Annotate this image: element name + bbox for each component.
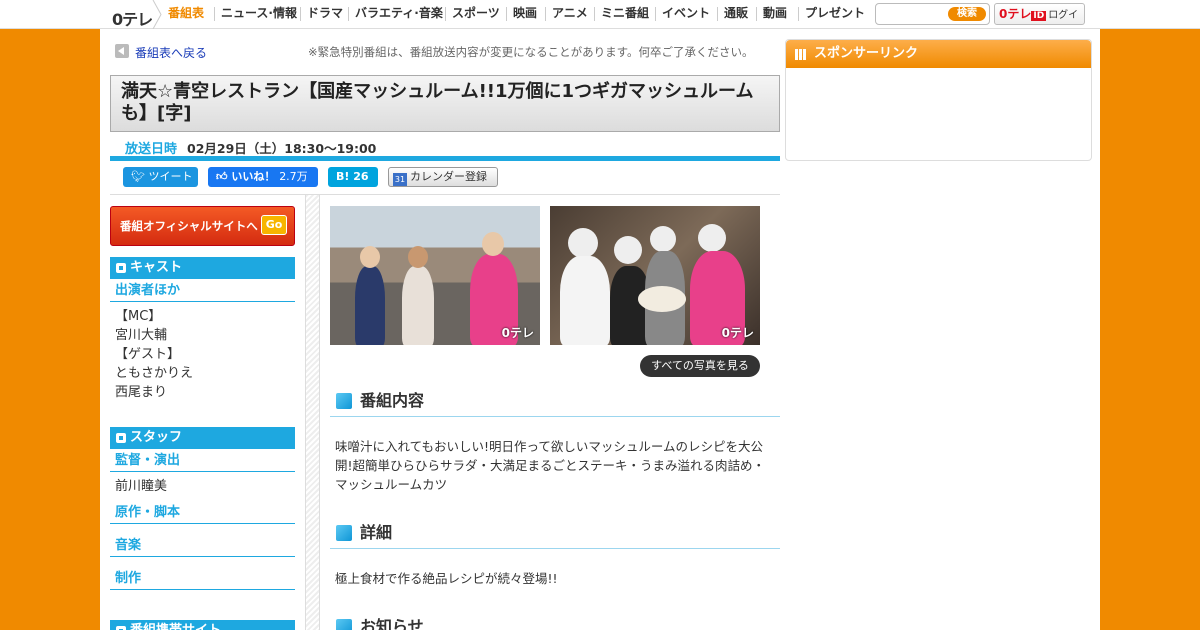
like-label: いいね！ — [231, 170, 276, 183]
column-divider — [305, 195, 320, 630]
hairnet-head — [650, 226, 676, 252]
detail-section-header: 詳細 — [330, 519, 780, 549]
summary-text: 味噌汁に入れてもおいしい!明日作って欲しいマッシュルームのレシピを大公開!超簡単… — [335, 439, 766, 492]
watermark-logo: 0テレ — [721, 326, 754, 340]
person-head — [482, 232, 504, 256]
summary-section-header: 番組内容 — [330, 387, 780, 417]
cast-line: 【ゲスト】 — [115, 347, 181, 362]
nav-item-drama[interactable]: ドラマ — [300, 7, 343, 21]
nav-item-shopping[interactable]: 通販 — [717, 7, 748, 21]
nav-item-mini[interactable]: ミニ番組 — [594, 7, 649, 21]
director-subheader: 監督・演出 — [110, 451, 295, 472]
like-count: 2.7万 — [279, 170, 308, 183]
nav-item-events[interactable]: イベント — [655, 7, 710, 21]
person-figure — [355, 266, 385, 345]
cast-section-header: キャスト — [110, 257, 295, 279]
official-site-label: 番組オフィシャルサイトへ — [120, 219, 258, 233]
grid-icon — [795, 49, 806, 60]
director-name: 前川瞳美 — [115, 479, 168, 494]
tweet-button[interactable]: 🐦︎ ツイート — [123, 167, 198, 187]
social-share-row: 🐦︎ ツイート 👍︎ いいね！ 2.7万 B! 26 31 カレンダー登録 — [110, 161, 780, 195]
airdate-value: 02月29日（土）18:30～19:00 — [187, 141, 377, 156]
nav-item-presents[interactable]: プレゼント — [798, 7, 865, 21]
tweet-label: ツイート — [148, 170, 193, 183]
hatena-icon: B! — [336, 170, 350, 183]
nav-item-video[interactable]: 動画 — [756, 7, 787, 21]
back-arrow-icon[interactable] — [115, 44, 129, 58]
program-photo[interactable]: 0テレ — [330, 206, 540, 345]
airdate-label: 放送日時 — [125, 142, 178, 157]
cast-line: 西尾まり — [115, 385, 168, 400]
cast-line: 【MC】 — [115, 309, 162, 324]
program-photo[interactable]: 0テレ — [550, 206, 760, 345]
facebook-like-button[interactable]: 👍︎ いいね！ 2.7万 — [208, 167, 318, 187]
person-head — [408, 246, 428, 268]
staff-section-header: スタッフ — [110, 427, 295, 449]
twitter-bird-icon: 🐦︎ — [131, 170, 145, 183]
main-content: 番組表へ戻る ※緊急特別番組は、番組放送内容が変更になることがあります。何卒ご了… — [100, 29, 1100, 630]
add-to-calendar-button[interactable]: 31 カレンダー登録 — [388, 167, 498, 187]
production-subheader: 制作 — [110, 569, 295, 590]
nav-item-variety[interactable]: バラエティ·音楽 — [348, 7, 443, 21]
hatena-bookmark-button[interactable]: B! 26 — [328, 167, 378, 187]
person-head — [360, 246, 380, 268]
music-subheader: 音楽 — [110, 536, 295, 557]
calendar-icon: 31 — [393, 173, 407, 186]
login-button[interactable]: 0テレIDログイン — [994, 3, 1085, 41]
writer-subheader: 原作・脚本 — [110, 503, 295, 524]
login-logo: 0テレ — [999, 7, 1032, 21]
hatena-count: 26 — [353, 170, 369, 183]
giant-mushroom — [638, 286, 686, 312]
nav-item-news[interactable]: ニュース·情報 — [214, 7, 297, 21]
login-id-badge: ID — [1031, 11, 1047, 21]
thumbs-up-icon: 👍︎ — [216, 170, 228, 183]
calendar-label: カレンダー登録 — [410, 170, 487, 183]
search-input[interactable] — [880, 6, 944, 22]
sponsor-link-header: スポンサーリンク — [786, 40, 1091, 68]
nav-item-movies[interactable]: 映画 — [506, 7, 537, 21]
official-site-button[interactable]: 番組オフィシャルサイトへ Go — [110, 206, 295, 246]
nav-item-anime[interactable]: アニメ — [545, 7, 588, 21]
view-all-photos-button[interactable]: すべての写真を見る — [640, 355, 760, 377]
hairnet-head — [698, 224, 726, 252]
site-logo[interactable]: 0テレ — [112, 6, 153, 29]
cast-line: ともさかりえ — [115, 366, 194, 381]
program-title: 満天☆青空レストラン【国産マッシュルーム!!1万個に1つギガマッシュルームも】[… — [121, 81, 754, 124]
hairnet-head — [614, 236, 642, 264]
program-title-box: 満天☆青空レストラン【国産マッシュルーム!!1万個に1つギガマッシュルームも】[… — [110, 75, 780, 132]
top-navigation-bar: 0テレ 番組表 ニュース·情報 ドラマ バラエティ·音楽 スポーツ 映画 アニメ… — [0, 0, 1200, 41]
search-box: 検索 — [875, 3, 990, 25]
cast-subheader: 出演者ほか — [110, 281, 295, 302]
mobile-site-section-header: 番組携帯サイト — [110, 620, 295, 630]
hairnet-head — [568, 228, 598, 258]
person-figure — [402, 266, 434, 345]
back-to-schedule-link[interactable]: 番組表へ戻る — [135, 44, 207, 61]
emergency-notice: ※緊急特別番組は、番組放送内容が変更になることがあります。何卒ご了承ください。 — [308, 45, 754, 59]
nav-item-schedule[interactable]: 番組表 — [162, 0, 204, 29]
airdate-row: 放送日時 02月29日（土）18:30～19:00 — [110, 133, 780, 161]
nav-item-sports[interactable]: スポーツ — [445, 7, 500, 21]
news-section-header: お知らせ — [330, 613, 780, 630]
search-button[interactable]: 検索 — [948, 7, 986, 21]
sponsor-link-label: スポンサーリンク — [814, 46, 919, 61]
official-site-go-badge: Go — [261, 215, 287, 235]
detail-text: 極上食材で作る絶品レシピが続々登場!! — [335, 571, 558, 586]
watermark-logo: 0テレ — [501, 326, 534, 340]
person-figure — [560, 256, 610, 345]
sponsor-link-box: スポンサーリンク — [785, 39, 1092, 161]
cast-line: 宮川大輔 — [115, 328, 168, 343]
chevron-right-icon — [152, 0, 162, 29]
